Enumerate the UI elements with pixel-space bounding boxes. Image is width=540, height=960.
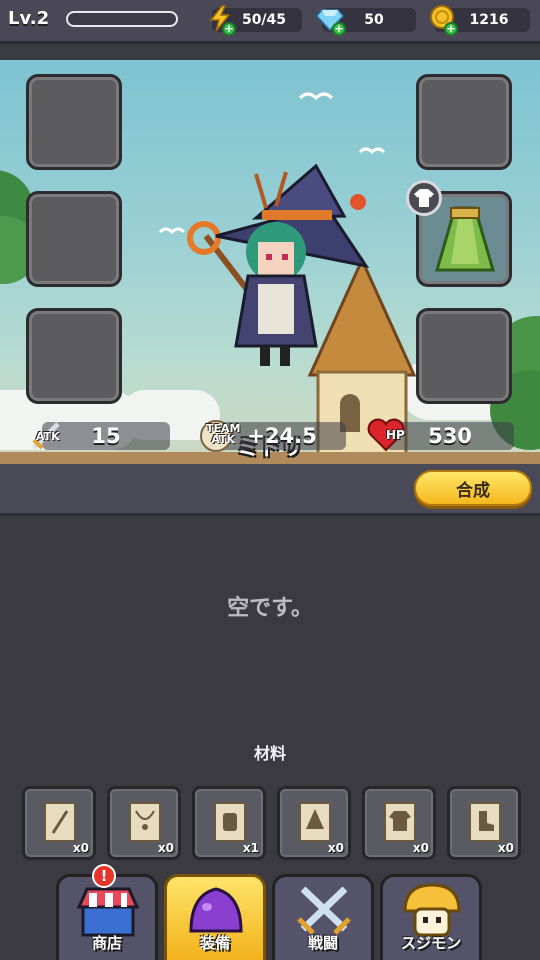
staff-scroll-icon — [44, 802, 76, 842]
coin-counter[interactable]: + 1216 — [430, 5, 530, 36]
crossed-swords-icon — [297, 886, 351, 935]
player-level: Lv.2 — [8, 8, 50, 29]
atk-label: ATK — [36, 430, 60, 443]
team-atk-label: TEAM ATK — [206, 423, 240, 445]
material-slot-glove[interactable]: x1 — [192, 786, 266, 860]
gem-counter[interactable]: + 50 — [316, 8, 416, 36]
equip-slot-left-3[interactable] — [26, 308, 122, 404]
necklace-scroll-icon — [129, 802, 161, 842]
material-count: x0 — [412, 841, 429, 855]
character-scene: ミドリ 15 ATK +24.5 TEAM — [0, 60, 540, 464]
material-count: x1 — [242, 841, 259, 855]
gem-value: 50 — [364, 12, 384, 28]
add-coins-icon[interactable]: + — [444, 22, 458, 36]
material-slot-hat[interactable]: x0 — [277, 786, 351, 860]
material-slot-necklace[interactable]: x0 — [107, 786, 181, 860]
add-gems-icon[interactable]: + — [332, 22, 346, 36]
equip-slot-left-2[interactable] — [26, 191, 122, 287]
nav-slimes-label: スジモン — [400, 934, 461, 952]
witch-character[interactable] — [176, 146, 376, 366]
team-atk-value: +24.5 — [247, 424, 317, 448]
energy-value: 50/45 — [241, 12, 287, 28]
team-label-line-2: ATK — [211, 433, 236, 446]
slime-icon — [189, 887, 243, 933]
shop-icon — [76, 887, 140, 937]
add-energy-icon[interactable]: + — [222, 22, 236, 36]
nav-battle-label: 戦闘 — [307, 934, 338, 952]
empty-message: 空です。 — [227, 596, 313, 621]
equip-slot-right-1[interactable] — [416, 74, 512, 170]
nav-equipment-label: 装備 — [199, 934, 230, 952]
shop-notification-badge: ! — [92, 864, 116, 888]
nav-slimes[interactable]: スジモン — [380, 874, 482, 960]
material-slot-staff[interactable]: x0 — [22, 786, 96, 860]
stats-row: 15 ATK +24.5 TEAM ATK 530 HP — [0, 416, 540, 456]
nav-shop-label: 商店 — [91, 934, 122, 952]
hp-label: HP — [386, 428, 405, 442]
material-slot-shirt[interactable]: x0 — [362, 786, 436, 860]
materials-title: 材料 — [253, 744, 286, 763]
synthesize-button[interactable]: 合成 — [414, 470, 532, 506]
equip-slot-left-1[interactable] — [26, 74, 122, 170]
cape-icon — [435, 206, 495, 272]
material-count: x0 — [497, 841, 514, 855]
hat-scroll-icon — [299, 802, 331, 842]
material-count: x0 — [327, 841, 344, 855]
boot-scroll-icon — [469, 802, 501, 842]
mushroom-mascot-icon — [403, 883, 461, 937]
material-slot-boot[interactable]: x0 — [447, 786, 521, 860]
xp-progress-bar — [66, 11, 178, 27]
equip-slot-right-3[interactable] — [416, 308, 512, 404]
glove-scroll-icon — [214, 802, 246, 842]
outfit-slot-badge — [406, 180, 442, 216]
shirt-scroll-icon — [384, 802, 416, 842]
top-bar: Lv.2 + 50/45 + 50 + 1216 — [0, 0, 540, 44]
shirt-icon — [414, 189, 434, 207]
coin-value: 1216 — [469, 12, 509, 28]
material-count: x0 — [157, 841, 174, 855]
material-count: x0 — [72, 841, 89, 855]
nav-equipment[interactable]: 装備 — [164, 874, 266, 960]
atk-value: 15 — [91, 424, 121, 448]
hp-value: 530 — [428, 424, 472, 448]
energy-counter[interactable]: + 50/45 — [209, 5, 302, 36]
nav-battle[interactable]: 戦闘 — [272, 874, 374, 960]
